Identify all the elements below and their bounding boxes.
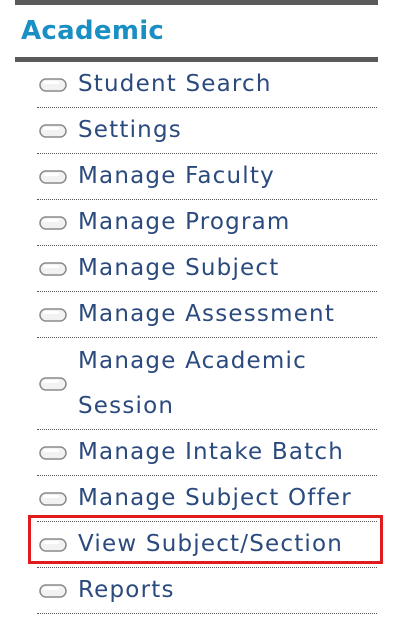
menu-item-label: Student Search <box>78 71 272 97</box>
pill-bullet-icon <box>39 491 67 506</box>
pill-bullet-icon <box>39 123 67 138</box>
pill-bullet-icon <box>39 169 67 184</box>
pill-bullet-icon <box>39 215 67 230</box>
menu-item-label: Manage Intake Batch <box>78 439 345 465</box>
menu-item-label: View Subject/Section <box>78 531 344 557</box>
menu-item-manage-faculty[interactable]: Manage Faculty <box>37 154 377 200</box>
academic-menu: Student Search Settings Manage Faculty M… <box>37 62 377 614</box>
menu-item-label: Manage Faculty <box>78 163 275 189</box>
menu-item-view-subject-section[interactable]: View Subject/Section <box>37 522 377 568</box>
menu-item-settings[interactable]: Settings <box>37 108 377 154</box>
menu-item-label: Settings <box>78 117 182 143</box>
pill-bullet-icon <box>39 307 67 322</box>
menu-item-manage-intake-batch[interactable]: Manage Intake Batch <box>37 430 377 476</box>
pill-bullet-icon <box>39 583 67 598</box>
top-divider <box>15 0 378 5</box>
menu-item-reports[interactable]: Reports <box>37 568 377 614</box>
menu-item-label: Manage Program <box>78 209 291 235</box>
pill-bullet-icon <box>39 261 67 276</box>
menu-item-label: Reports <box>78 577 175 603</box>
menu-item-student-search[interactable]: Student Search <box>37 62 377 108</box>
pill-bullet-icon <box>39 376 67 391</box>
menu-item-manage-program[interactable]: Manage Program <box>37 200 377 246</box>
menu-item-manage-subject[interactable]: Manage Subject <box>37 246 377 292</box>
pill-bullet-icon <box>39 537 67 552</box>
pill-bullet-icon <box>39 77 67 92</box>
menu-item-label: Manage Academic Session <box>78 347 307 419</box>
menu-item-manage-academic-session[interactable]: Manage Academic Session <box>37 338 377 430</box>
sidebar-title: Academic <box>21 16 165 46</box>
menu-item-manage-assessment[interactable]: Manage Assessment <box>37 292 377 338</box>
menu-item-label: Manage Assessment <box>78 301 336 327</box>
pill-bullet-icon <box>39 445 67 460</box>
menu-item-manage-subject-offer[interactable]: Manage Subject Offer <box>37 476 377 522</box>
menu-item-label: Manage Subject Offer <box>78 485 352 511</box>
menu-item-label: Manage Subject <box>78 255 280 281</box>
